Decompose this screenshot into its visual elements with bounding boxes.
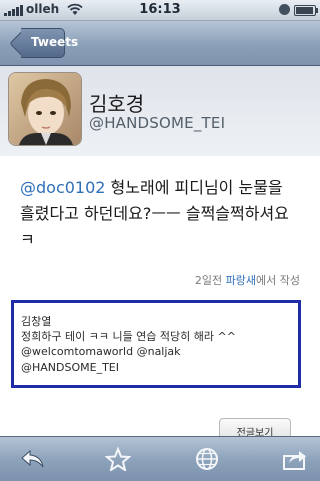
share-button[interactable] — [262, 437, 320, 481]
reply-button[interactable] — [0, 437, 64, 481]
battery-icon — [294, 5, 318, 16]
globe-icon — [196, 448, 218, 470]
clock: 16:13 — [139, 2, 181, 17]
tweet-meta: 2일전 파랑새에서 작성 — [195, 272, 300, 288]
status-bar: olleh 16:13 — [0, 0, 320, 21]
favorite-button[interactable] — [85, 437, 149, 481]
quoted-line-1: 정희하구 테이 ㅋㅋ 니들 연습 적당히 해라 ^^ — [21, 330, 236, 343]
reply-icon — [21, 449, 44, 468]
navigation-bar: Tweets — [0, 21, 320, 66]
tweet-text: @doc0102 형노래에 피디님이 눈물을 흘렸다고 하던데요?ㅡㅡ 슬쩍슬쩍… — [20, 175, 302, 253]
star-icon — [105, 447, 131, 471]
profile-name: 김호경 — [89, 92, 145, 116]
back-button-label: Tweets — [31, 35, 79, 49]
avatar[interactable] — [8, 72, 82, 146]
meta-suffix: 에서 작성 — [256, 274, 300, 287]
share-icon — [283, 451, 306, 470]
quoted-tweet[interactable]: 김창열 정희하구 테이 ㅋㅋ 니들 연습 적당히 해라 ^^ @welcomto… — [11, 300, 301, 388]
source-app-link[interactable]: 파랑새 — [226, 274, 256, 287]
back-button[interactable]: Tweets — [7, 28, 78, 58]
web-button[interactable] — [174, 437, 238, 481]
profile-header: 김호경 @HANDSOME_TEI — [0, 66, 320, 156]
quoted-line-2: @welcomtomaworld @naljak — [21, 345, 181, 358]
profile-handle: @HANDSOME_TEI — [89, 114, 226, 132]
quoted-line-3: @HANDSOME_TEI — [21, 361, 119, 374]
quoted-author: 김창열 — [21, 315, 52, 328]
mention-link[interactable]: @doc0102 — [20, 178, 105, 197]
bottom-toolbar — [0, 436, 320, 481]
time-ago: 2일전 — [194, 274, 223, 287]
orientation-lock-icon — [279, 4, 290, 15]
